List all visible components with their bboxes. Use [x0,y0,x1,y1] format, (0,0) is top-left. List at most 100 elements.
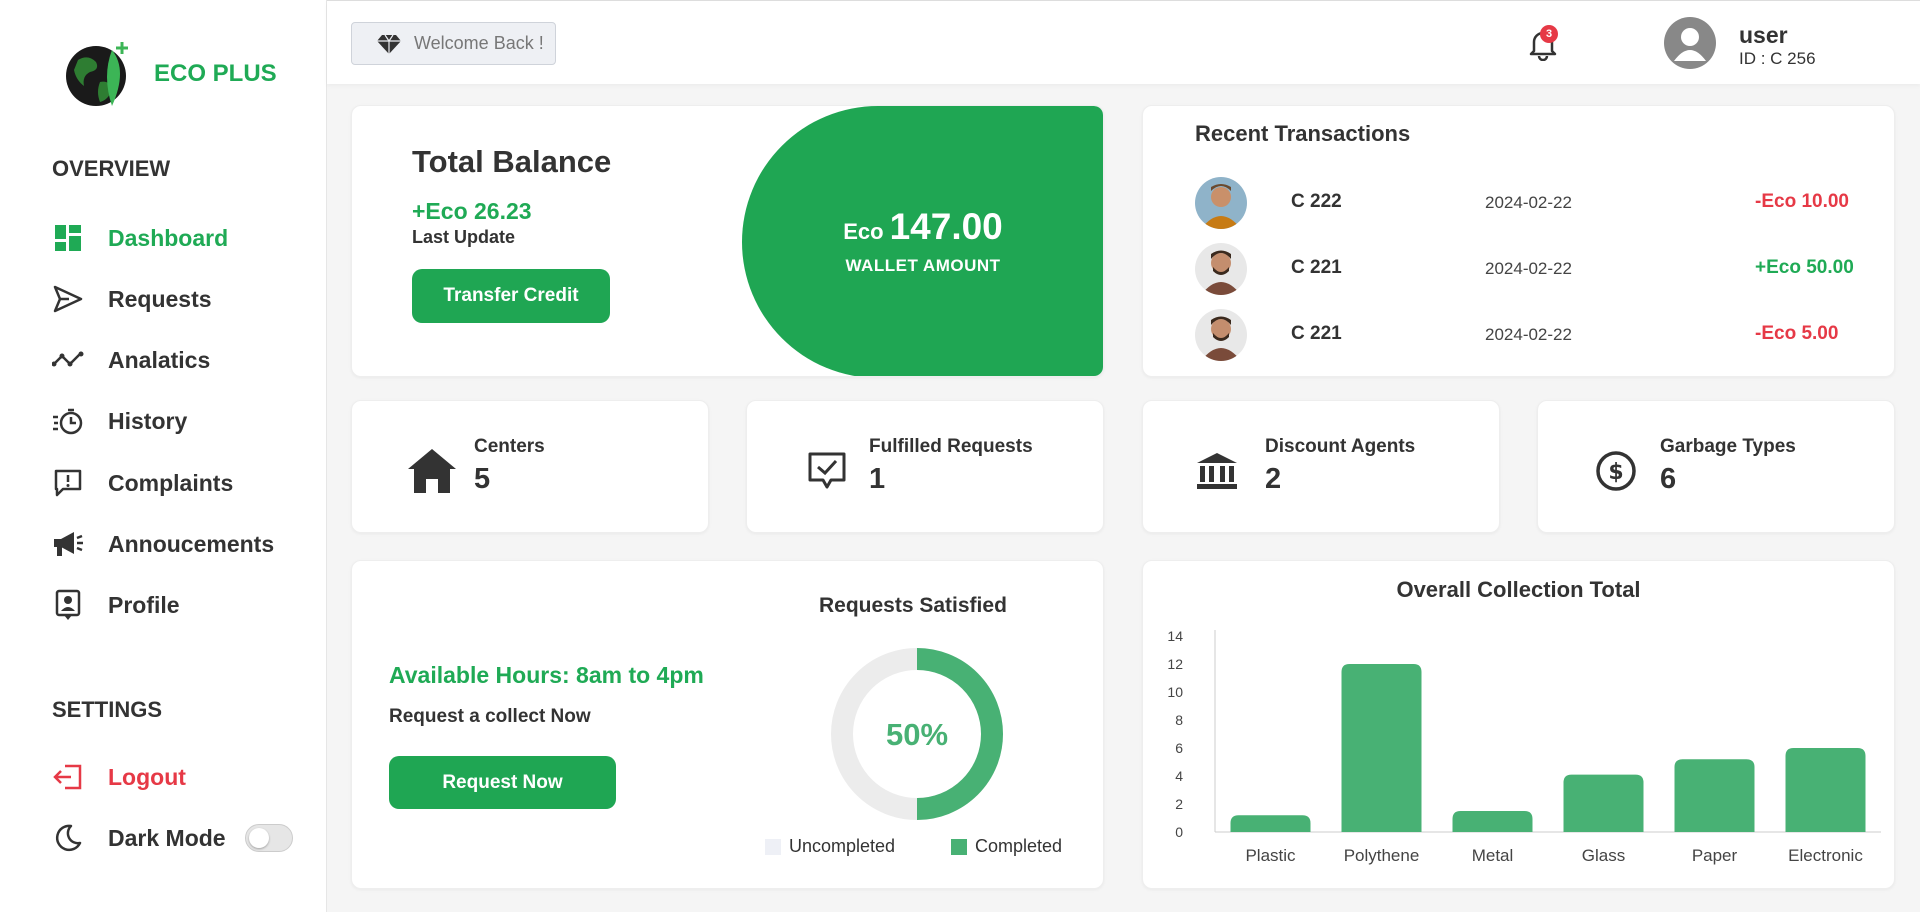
sidebar-item-label: Complaints [108,469,234,496]
check-message-icon [799,443,855,499]
stat-card-garbage-types[interactable]: $ Garbage Types 6 [1537,400,1895,533]
settings-heading: SETTINGS [52,697,163,722]
dark-mode-label: Dark Mode [108,824,226,851]
sidebar: ECO PLUS OVERVIEW Dashboard Requests Ana… [0,0,327,912]
transaction-row[interactable]: C 221 2024-02-22 +Eco 50.00 [1195,243,1895,295]
transaction-date: 2024-02-22 [1485,259,1572,278]
legend-label: Completed [975,836,1063,856]
sidebar-item-label: Annoucements [108,530,275,557]
dashboard-icon [52,222,84,254]
user-avatar[interactable] [1664,17,1716,69]
sidebar-item-dashboard[interactable]: Dashboard [52,218,312,258]
wallet-panel: Eco 147.00 WALLET AMOUNT [742,106,1103,376]
home-icon [404,443,460,499]
balance-title: Total Balance [412,144,612,179]
history-icon [52,405,84,437]
stat-label: Discount Agents [1265,436,1416,457]
sidebar-item-requests[interactable]: Requests [52,279,312,319]
y-tick-label: 12 [1167,656,1183,672]
stat-card-centers[interactable]: Centers 5 [351,400,709,533]
request-card: Available Hours: 8am to 4pm Request a co… [351,560,1104,889]
user-name: user [1739,22,1788,48]
welcome-badge: Welcome Back ! [351,22,556,65]
transaction-id: C 221 [1291,257,1342,278]
stat-value: 1 [869,463,886,495]
y-tick-label: 14 [1167,628,1183,644]
y-tick-label: 0 [1175,824,1183,840]
legend-swatch [951,838,967,855]
x-tick-label: Paper [1692,846,1738,865]
sidebar-item-label: Dashboard [108,224,229,251]
stat-value: 5 [474,463,491,495]
logout-button[interactable]: Logout [52,757,312,797]
brand-name: ECO PLUS [154,60,277,87]
sidebar-item-history[interactable]: History [52,401,312,441]
requests-satisfied-title: Requests Satisfied [819,594,1007,617]
transaction-amount: -Eco 5.00 [1755,323,1839,344]
send-icon [52,283,84,315]
bar-paper[interactable] [1674,759,1755,832]
notification-button[interactable]: 3 [1526,25,1560,62]
moon-icon [52,822,84,854]
legend-uncompleted: Uncompleted [765,836,895,857]
brand-logo[interactable]: ECO PLUS [64,36,277,112]
avatar [1195,177,1247,229]
transactions-title: Recent Transactions [1195,121,1411,146]
bar-metal[interactable] [1452,811,1533,832]
sidebar-item-label: History [108,407,188,434]
collection-chart-card: Overall Collection Total 0 2 4 6 8 10 12 14 Plas… [1142,560,1895,889]
bar-electronic[interactable] [1785,748,1866,832]
transaction-row[interactable]: C 221 2024-02-22 -Eco 5.00 [1195,309,1895,361]
legend-completed: Completed [951,836,1062,857]
wallet-amount: Eco 147.00 [742,206,1103,248]
transaction-id: C 221 [1291,323,1342,344]
wallet-currency: Eco [843,219,884,244]
donut-percent-label: 50% [886,717,948,752]
sidebar-item-annoucements[interactable]: Annoucements [52,524,312,564]
sidebar-item-label: Analatics [108,346,211,373]
avatar [1195,243,1247,295]
y-tick-label: 10 [1167,684,1183,700]
available-hours: Available Hours: 8am to 4pm [389,662,704,688]
stat-card-discount-agents[interactable]: Discount Agents 2 [1142,400,1500,533]
y-tick-label: 2 [1175,796,1183,812]
overview-heading: OVERVIEW [52,156,171,181]
user-silhouette-icon [1674,28,1706,61]
x-tick-label: Electronic [1788,846,1863,865]
stat-value: 6 [1660,463,1677,495]
sidebar-item-profile[interactable]: Profile [52,585,312,625]
bar-polythene[interactable] [1341,664,1422,832]
x-tick-label: Metal [1472,846,1514,865]
sidebar-item-complaints[interactable]: Complaints [52,463,312,503]
logout-label: Logout [108,763,186,790]
transfer-credit-button[interactable]: Transfer Credit [412,269,610,323]
notification-count-badge: 3 [1540,25,1558,43]
recent-transactions-card: Recent Transactions C 222 2024-02-22 -Ec… [1142,105,1895,377]
collection-bar-chart: 0 2 4 6 8 10 12 14 Plastic Polythene Metal Glass Pap… [1167,628,1881,865]
balance-change: +Eco 26.23 [412,198,532,224]
megaphone-icon [52,528,84,560]
stat-value: 2 [1265,463,1282,495]
transaction-date: 2024-02-22 [1485,193,1572,212]
bar-glass[interactable] [1563,774,1644,832]
welcome-text: Welcome Back ! [414,33,544,53]
balance-card: Total Balance +Eco 26.23 Last Update Tra… [351,105,1104,377]
legend-swatch [765,838,781,855]
dark-mode-toggle[interactable] [245,824,293,852]
complaint-icon [52,467,84,499]
sidebar-item-analatics[interactable]: Analatics [52,340,312,380]
svg-text:$: $ [1608,460,1623,485]
transaction-row[interactable]: C 222 2024-02-22 -Eco 10.00 [1195,177,1895,229]
collect-text: Request a collect Now [389,706,591,727]
logout-icon [52,761,84,793]
x-tick-label: Glass [1582,846,1625,865]
transaction-amount: -Eco 10.00 [1755,191,1849,212]
bank-icon [1189,443,1245,499]
y-tick-label: 6 [1175,740,1183,756]
request-now-button[interactable]: Request Now [389,756,616,809]
stat-card-fulfilled-requests[interactable]: Fulfilled Requests 1 [746,400,1104,533]
avatar [1195,309,1247,361]
wallet-amount-value: 147.00 [889,206,1003,247]
transaction-date: 2024-02-22 [1485,325,1572,344]
bar-plastic[interactable] [1230,815,1311,832]
